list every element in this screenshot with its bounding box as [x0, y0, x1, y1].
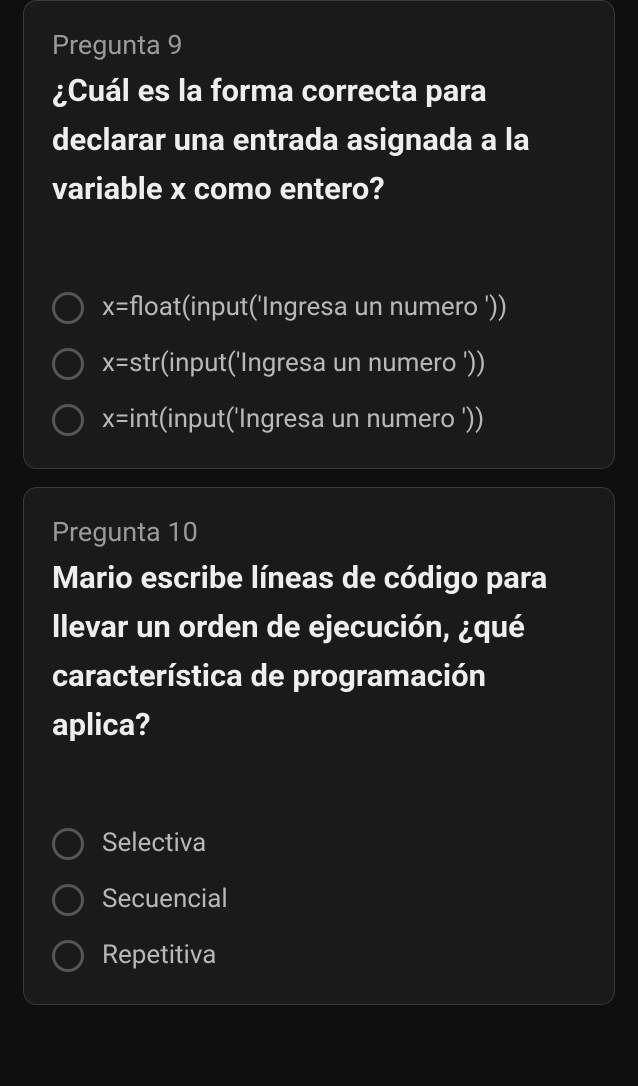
question-card-10: Pregunta 10 Mario escribe líneas de códi…	[23, 487, 615, 1005]
radio-circle-icon	[52, 404, 84, 436]
radio-option[interactable]: Secuencial	[52, 884, 586, 916]
option-text: x=str(input('Ingresa un numero '))	[102, 348, 486, 379]
question-text: ¿Cuál es la forma correcta para declarar…	[52, 67, 586, 214]
options-container: Selectiva Secuencial Repetitiva	[52, 828, 586, 972]
radio-circle-icon	[52, 884, 84, 916]
question-text: Mario escribe líneas de código para llev…	[52, 554, 586, 750]
radio-option[interactable]: Repetitiva	[52, 940, 586, 972]
options-container: x=float(input('Ingresa un numero ')) x=s…	[52, 292, 586, 436]
radio-option[interactable]: x=float(input('Ingresa un numero '))	[52, 292, 586, 324]
question-label: Pregunta 10	[52, 516, 586, 548]
option-text: x=int(input('Ingresa un numero '))	[102, 404, 484, 435]
option-text: x=float(input('Ingresa un numero '))	[102, 292, 507, 323]
question-card-9: Pregunta 9 ¿Cuál es la forma correcta pa…	[23, 0, 615, 469]
radio-circle-icon	[52, 292, 84, 324]
option-text: Secuencial	[102, 884, 228, 915]
radio-option[interactable]: x=str(input('Ingresa un numero '))	[52, 348, 586, 380]
option-text: Repetitiva	[102, 940, 216, 971]
radio-option[interactable]: x=int(input('Ingresa un numero '))	[52, 404, 586, 436]
question-label: Pregunta 9	[52, 29, 586, 61]
radio-circle-icon	[52, 828, 84, 860]
radio-circle-icon	[52, 940, 84, 972]
option-text: Selectiva	[102, 828, 206, 859]
radio-circle-icon	[52, 348, 84, 380]
radio-option[interactable]: Selectiva	[52, 828, 586, 860]
